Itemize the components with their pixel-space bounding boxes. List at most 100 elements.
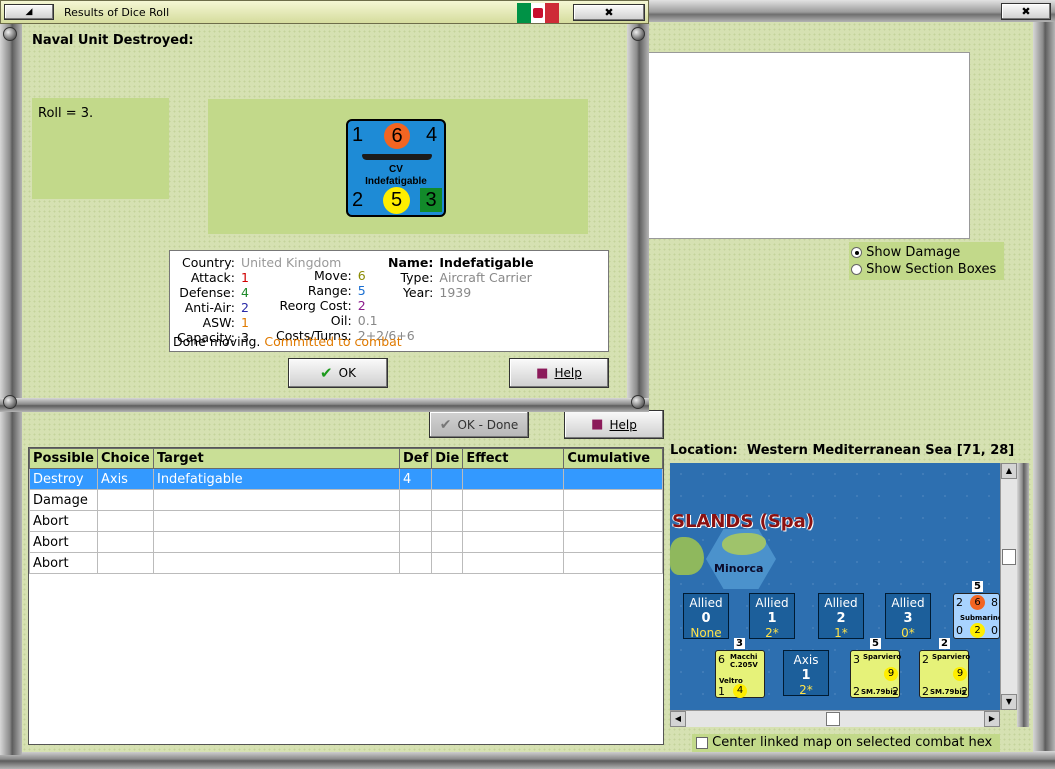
stack-side: Allied	[824, 596, 858, 610]
unit-info-panel: Country: United Kingdom Attack: 1 Defense:…	[169, 250, 609, 352]
col-def[interactable]: Def	[398, 448, 433, 469]
cell: Damage	[29, 489, 98, 511]
close-icon: ✖	[1021, 5, 1031, 18]
stack-number: 2	[836, 611, 846, 626]
main-close-button[interactable]: ✖	[1001, 3, 1051, 20]
cell	[152, 531, 400, 553]
close-icon: ✖	[604, 6, 614, 19]
cell: Abort	[29, 510, 98, 532]
sub-bottom-left: 0	[956, 624, 963, 637]
dialog-help-button[interactable]: ■ Help	[509, 358, 609, 388]
unit-counter-cv-indefatigable[interactable]: 1 6 4 CV Indefatigable 2 5 3	[346, 119, 446, 217]
col-target[interactable]: Target	[152, 448, 400, 469]
table-row[interactable]: Abort	[29, 552, 663, 574]
table-row[interactable]: Abort	[29, 510, 663, 532]
scroll-down-icon[interactable]: ▼	[1001, 694, 1017, 710]
sparviero2-bottom-right: 2	[961, 685, 968, 698]
sub-bottom-right: 0	[991, 624, 998, 637]
arrow-icon: ◢	[25, 7, 33, 17]
dialog-help-label: Help	[554, 366, 582, 380]
sparviero1-bottom-left: 2	[853, 685, 860, 698]
dialog-left-frame	[0, 24, 22, 412]
stack-sub: 0*	[901, 626, 915, 640]
macchi-counter[interactable]: 6 Macchi C.205V Veltro 1 4	[715, 650, 765, 698]
checkmark-icon: ✔	[439, 416, 452, 433]
allied-stack-2[interactable]: Allied 2 1*	[818, 593, 864, 640]
axis-stack-1[interactable]: Axis 1 2*	[783, 650, 829, 697]
submarine-counter[interactable]: 2 6 8 Submarine 0 2 0	[953, 593, 1000, 639]
map-horizontal-scrollbar[interactable]: ◀ ▶	[670, 710, 1000, 727]
dialog-menu-button[interactable]: ◢	[4, 4, 54, 20]
col-effect[interactable]: Effect	[462, 448, 565, 469]
cell: 4	[398, 468, 433, 490]
allied-stack-0[interactable]: Allied 0 None	[683, 593, 729, 640]
dialog-ok-button[interactable]: ✔ OK	[288, 358, 388, 388]
center-linked-map-label: Center linked map on selected combat hex	[712, 735, 993, 750]
cell	[431, 468, 464, 490]
combat-results-table: Possible Choice Target Def Die Effect Cu…	[28, 447, 664, 745]
sub-attack: 6	[970, 595, 985, 610]
col-die[interactable]: Die	[431, 448, 464, 469]
cell: Abort	[29, 531, 98, 553]
sparviero1-counter[interactable]: 3 Sparviero 9 2 SM.79bis 2	[850, 650, 901, 698]
sparviero2-counter[interactable]: 2 Sparviero 9 2 SM.79bis 2	[919, 650, 970, 698]
stack-number: 1	[801, 668, 811, 683]
status-moving: Done moving.	[173, 334, 261, 349]
col-choice[interactable]: Choice	[96, 448, 154, 469]
dialog-close-button[interactable]: ✖	[573, 4, 645, 21]
scroll-left-icon[interactable]: ◀	[670, 711, 686, 727]
show-damage-option[interactable]: Show Damage	[851, 244, 1004, 261]
cell	[563, 489, 663, 511]
center-linked-map-option[interactable]: Center linked map on selected combat hex	[692, 734, 1000, 752]
macchi-bottom-left: 1	[718, 685, 725, 698]
dialog-titlebar[interactable]: ◢ Results of Dice Roll ✖	[0, 0, 649, 24]
cell	[462, 531, 565, 553]
table-row[interactable]: Damage	[29, 489, 663, 511]
type-label: Type:	[400, 270, 434, 285]
combat-hex-map[interactable]: SLANDS (Spa) Minorca Allied 0 None Allied 1…	[670, 463, 1000, 710]
unit-status-line: Done moving. Committed to combat	[173, 334, 402, 349]
show-section-boxes-option[interactable]: Show Section Boxes	[851, 261, 1004, 278]
allied-stack-1[interactable]: Allied 1 2*	[749, 593, 795, 640]
col-possible[interactable]: Possible	[29, 448, 98, 469]
allied-stack-3[interactable]: Allied 3 0*	[885, 593, 931, 640]
country-label: Country:	[181, 255, 235, 270]
stack-sub: None	[690, 626, 722, 640]
scroll-up-icon[interactable]: ▲	[1001, 463, 1017, 479]
radio-selected-icon	[851, 247, 862, 258]
cell	[398, 489, 433, 511]
scroll-right-icon[interactable]: ▶	[984, 711, 1000, 727]
sparviero2-top-left: 2	[922, 653, 929, 666]
counter-range: 5	[383, 187, 410, 214]
table-row[interactable]: Destroy Axis Indefatigable 4	[29, 468, 663, 490]
sub-left: 2	[956, 596, 963, 609]
stack-sub: 2*	[765, 626, 779, 640]
main-help-button[interactable]: ■ Help	[564, 410, 664, 439]
scroll-thumb-h[interactable]	[826, 712, 840, 726]
col-cumulative[interactable]: Cumulative	[563, 448, 663, 469]
dialog-title: Results of Dice Roll	[64, 6, 170, 19]
move-label: Move:	[314, 268, 352, 283]
stack-sub: 1*	[834, 626, 848, 640]
map-vertical-scrollbar[interactable]: ▲ ▼	[1000, 463, 1017, 710]
cell	[398, 531, 433, 553]
cell: Abort	[29, 552, 98, 574]
defense-label: Defense:	[179, 285, 235, 300]
main-window-bottom-frame	[0, 751, 1055, 769]
counter-attack: 6	[384, 123, 410, 149]
table-row[interactable]: Abort	[29, 531, 663, 553]
antiair-label: Anti-Air:	[184, 300, 235, 315]
cell	[563, 510, 663, 532]
year-label: Year:	[402, 285, 434, 300]
checkbox-icon[interactable]	[696, 736, 708, 749]
cell	[96, 510, 154, 532]
cell	[398, 510, 433, 532]
stack-side: Axis	[793, 653, 819, 667]
ok-done-button[interactable]: ✔ OK - Done	[429, 411, 529, 438]
asw-label: ASW:	[202, 315, 235, 330]
cell	[152, 489, 400, 511]
stack-number: 1	[767, 611, 777, 626]
scroll-thumb[interactable]	[1002, 549, 1016, 565]
dialog-right-frame	[627, 24, 649, 412]
location-label: Location: Western Mediterranean Sea [71,…	[670, 443, 1014, 458]
